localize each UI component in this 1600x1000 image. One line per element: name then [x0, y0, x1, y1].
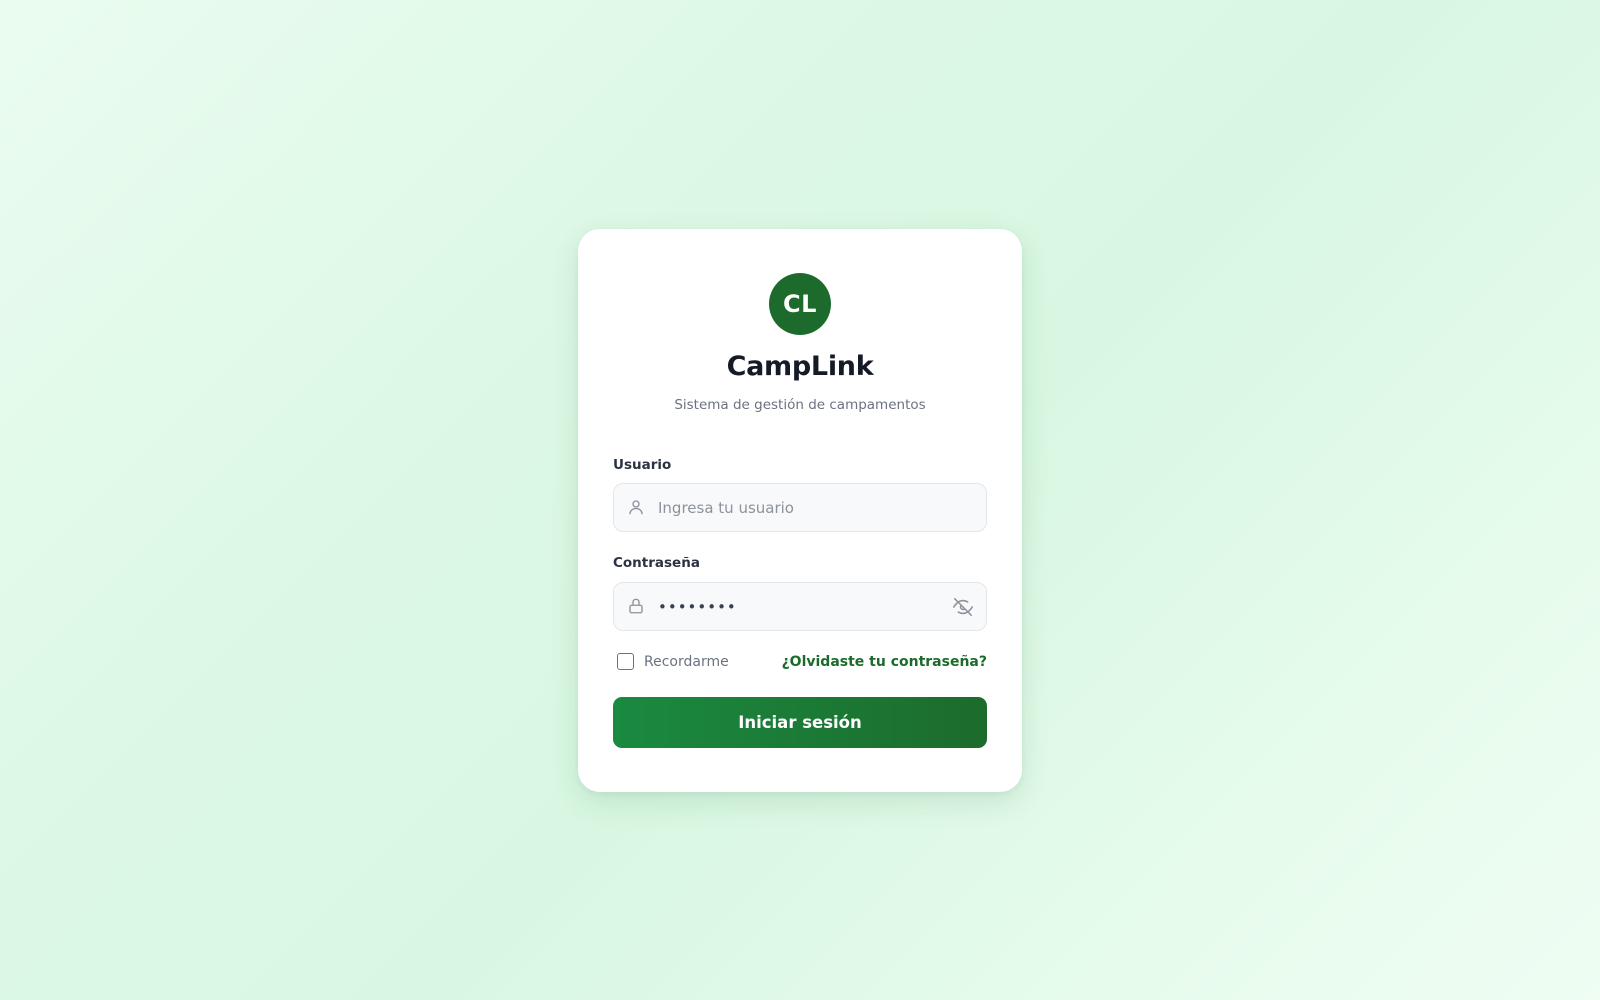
login-card: CL CampLink Sistema de gestión de campam…	[578, 229, 1022, 792]
lock-icon	[627, 597, 645, 615]
password-input[interactable]	[658, 583, 938, 630]
user-icon	[627, 498, 645, 516]
password-field[interactable]	[613, 582, 987, 631]
username-label: Usuario	[613, 457, 672, 473]
password-label: Contraseña	[613, 555, 700, 571]
eye-off-icon[interactable]	[952, 596, 974, 618]
username-field[interactable]	[613, 483, 987, 532]
username-input[interactable]	[658, 484, 938, 531]
forgot-password-link[interactable]: ¿Olvidaste tu contraseña?	[782, 653, 987, 671]
brand-logo: CL	[769, 273, 831, 335]
remember-checkbox[interactable]	[617, 653, 634, 670]
app-title: CampLink	[726, 351, 874, 382]
remember-me[interactable]: Recordarme	[617, 653, 729, 670]
logo-initials: CL	[783, 290, 817, 318]
remember-label: Recordarme	[644, 653, 729, 670]
app-subtitle: Sistema de gestión de campamentos	[674, 397, 926, 413]
login-button[interactable]: Iniciar sesión	[613, 697, 987, 748]
